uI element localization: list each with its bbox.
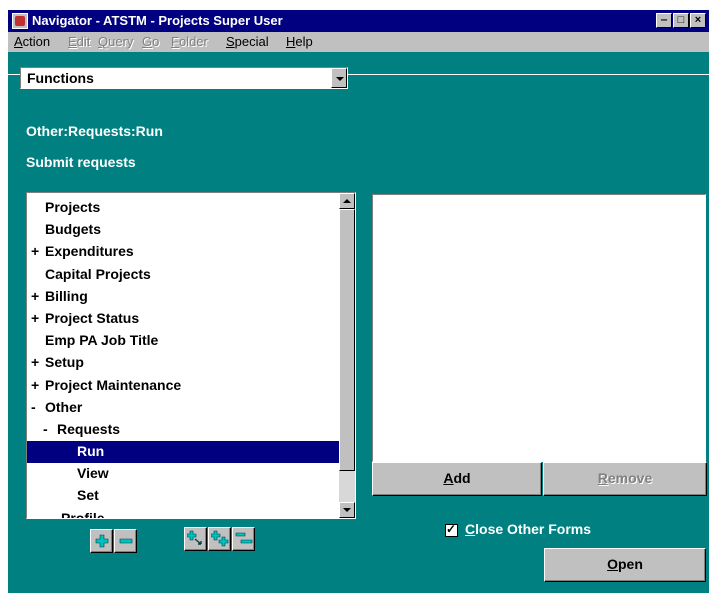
tree-expander[interactable]: + [31,377,41,393]
tree-item-label: Billing [45,287,88,304]
expand-all-icon [211,530,229,547]
tree-item-label: Other [45,398,83,415]
tree-expander[interactable]: + [31,288,41,304]
tree-item[interactable]: Set [27,485,340,507]
menu-action[interactable]: Action [14,34,50,49]
tree-expander[interactable]: + [31,310,41,326]
tree-item-label: Profile [61,509,105,519]
tree-item-label: View [77,465,109,482]
tree-item-label: Set [77,487,99,504]
function-tree[interactable]: Projects Budgets + Expenditures Capital Proj… [26,192,356,519]
tree-item[interactable]: Run [27,441,340,464]
tree-expander[interactable]: + [31,243,41,259]
expand-one-button[interactable] [90,529,113,553]
tree-item[interactable]: Profile [27,508,340,519]
maximize-button[interactable]: □ [673,13,689,28]
tree-item-label: Expenditures [45,243,134,260]
tree-item[interactable]: + Project Maintenance [27,375,340,397]
menu-edit[interactable]: Edit [68,34,90,49]
tree-scrollbar[interactable] [339,193,355,518]
scroll-down-icon[interactable] [339,502,355,518]
tree-item[interactable]: Emp PA Job Title [27,330,340,352]
selected-functions-list[interactable] [372,194,706,462]
add-button[interactable]: Add [372,462,542,496]
functions-combo[interactable]: Functions [20,67,348,89]
tree-item-label: Project Maintenance [45,376,182,393]
description-label: Submit requests [26,154,136,170]
close-button[interactable]: × [690,13,706,28]
tree-item-label: Project Status [45,309,140,326]
scroll-thumb[interactable] [339,209,355,471]
open-button[interactable]: Open [544,548,706,582]
navigator-window: Navigator - ATSTM - Projects Super User … [8,10,709,593]
tree-item[interactable]: View [27,463,340,485]
tree-item[interactable]: + Billing [27,286,340,308]
tree-item[interactable]: + Expenditures [27,241,340,263]
tree-item[interactable]: Capital Projects [27,264,340,286]
collapse-all-button[interactable] [232,527,255,551]
tree-item[interactable]: Projects [27,197,340,219]
collapse-all-icon [235,532,253,544]
menu-query[interactable]: Query [98,34,133,49]
window-title: Navigator - ATSTM - Projects Super User [32,13,283,28]
path-label: Other:Requests:Run [26,123,163,139]
expand-all-button[interactable] [208,527,231,551]
menu-special[interactable]: Special [226,34,269,49]
expand-branch-button[interactable] [184,527,207,551]
close-other-forms-label: Close Other Forms [465,521,592,537]
minus-icon [119,538,133,544]
tree-item[interactable]: - Other [27,397,340,419]
tree-item-label: Projects [45,199,101,215]
title-bar: Navigator - ATSTM - Projects Super User … [8,10,709,32]
tree-expander[interactable]: + [31,354,41,370]
minimize-button[interactable]: ‒ [656,13,672,28]
tree-expander[interactable]: - [43,421,53,437]
chevron-down-icon[interactable] [331,68,347,88]
menu-help[interactable]: Help [286,34,313,49]
expand-branch-icon [187,530,202,545]
tree-item-label: Emp PA Job Title [45,332,159,349]
menu-folder[interactable]: Folder [171,34,208,49]
functions-combo-value: Functions [27,70,94,86]
tree-item-label: Capital Projects [45,265,151,282]
oracle-app-icon [12,13,28,29]
menu-bar: Action Edit Query Go Folder Special Help [8,32,709,52]
plus-icon [95,534,109,548]
tree-item[interactable]: - Requests [27,419,340,441]
tree-item-label: Run [77,443,105,460]
tree-item-label: Setup [45,354,84,371]
collapse-one-button[interactable] [114,529,137,553]
close-other-forms-checkbox[interactable] [445,522,458,537]
tree-item-label: Requests [57,420,121,437]
tree-item-label: Budgets [45,221,101,238]
tree-item[interactable]: + Setup [27,352,340,374]
tree-expander[interactable]: - [31,399,41,415]
tree-item[interactable]: Budgets [27,219,340,241]
menu-go[interactable]: Go [142,34,159,49]
remove-button[interactable]: Remove [543,462,707,496]
tree-rows: Projects Budgets + Expenditures Capital Proj… [27,197,340,519]
navigator-workspace: Functions Other:Requests:Run Submit requ… [8,52,709,593]
tree-item[interactable]: + Project Status [27,308,340,330]
scroll-up-icon[interactable] [339,193,355,209]
